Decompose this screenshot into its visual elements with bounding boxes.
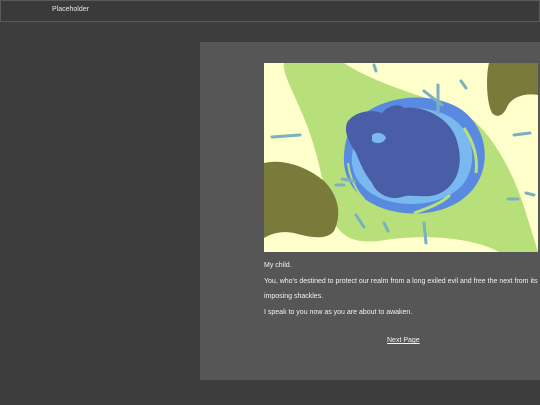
ray (270, 133, 302, 139)
story-illustration (264, 63, 538, 252)
title-bar: Placeholder (0, 0, 540, 22)
ray (422, 221, 428, 245)
story-line: My child. (264, 262, 292, 269)
ray (340, 177, 356, 183)
ray (512, 131, 532, 137)
story-line: You, who's destined to protect our realm… (264, 277, 538, 285)
story-line: imposing shackles. (264, 293, 324, 300)
ray (372, 63, 378, 73)
ray (524, 191, 536, 197)
story-line: I speak to you now as you are about to a… (264, 308, 413, 316)
story-text: My child. You, who's destined to protect… (264, 262, 538, 324)
story-panel: My child. You, who's destined to protect… (200, 42, 540, 380)
next-page-link[interactable]: Next Page (387, 337, 420, 344)
app-title: Placeholder (52, 6, 89, 13)
